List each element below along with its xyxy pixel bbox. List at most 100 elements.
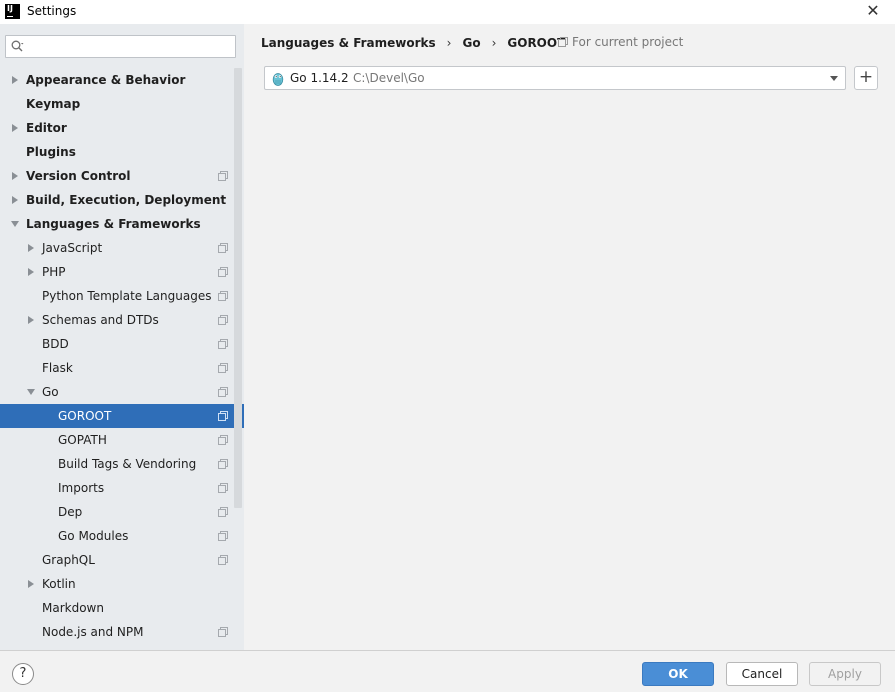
collapsed-arrow-icon[interactable] [10, 116, 20, 140]
tree-item[interactable]: Build, Execution, Deployment [0, 188, 244, 212]
breadcrumb: Languages & Frameworks › Go › GOROOT [261, 35, 565, 51]
close-icon[interactable]: ✕ [865, 3, 881, 19]
tree-item-label: Kotlin [42, 577, 76, 591]
tree-item[interactable]: BDD [0, 332, 244, 356]
collapsed-arrow-icon[interactable] [26, 308, 36, 332]
add-sdk-button[interactable]: + [854, 66, 878, 90]
tree-item[interactable]: Appearance & Behavior [0, 68, 244, 92]
ok-button[interactable]: OK [642, 662, 714, 686]
tree-item-label: BDD [42, 337, 69, 351]
project-scope-icon [218, 627, 228, 637]
sidebar-scrollbar[interactable] [234, 68, 242, 508]
collapsed-arrow-icon[interactable] [26, 236, 36, 260]
settings-sidebar: Appearance & Behavior Keymap Editor Plugins… [0, 24, 244, 650]
gopher-icon [272, 73, 284, 86]
tree-item-label: Dep [58, 505, 83, 519]
collapsed-arrow-icon[interactable] [10, 68, 20, 92]
settings-tree: Appearance & Behavior Keymap Editor Plugins… [0, 68, 244, 644]
tree-item-label: GraphQL [42, 553, 95, 567]
tree-item[interactable]: GOPATH [0, 428, 244, 452]
tree-item[interactable]: Node.js and NPM [0, 620, 244, 644]
tree-item-label: Go Modules [58, 529, 129, 543]
collapsed-arrow-icon[interactable] [10, 164, 20, 188]
tree-item[interactable]: Go [0, 380, 244, 404]
tree-item[interactable]: Build Tags & Vendoring [0, 452, 244, 476]
tree-item[interactable]: Keymap [0, 92, 244, 116]
tree-item[interactable]: Python Template Languages [0, 284, 244, 308]
tree-item-label: Go [42, 385, 59, 399]
tree-item-label: Appearance & Behavior [26, 73, 186, 87]
sdk-path: C:\Devel\Go [353, 71, 425, 85]
project-scope-icon [218, 267, 228, 277]
search-input[interactable] [30, 38, 230, 55]
tree-item[interactable]: Version Control [0, 164, 244, 188]
tree-item-label: GOPATH [58, 433, 107, 447]
tree-item[interactable]: GOROOT [0, 404, 244, 428]
expanded-arrow-icon[interactable] [26, 380, 36, 404]
search-icon [11, 40, 24, 52]
project-scope-icon [218, 339, 228, 349]
project-scope-icon [218, 315, 228, 325]
collapsed-arrow-icon[interactable] [26, 260, 36, 284]
cancel-button[interactable]: Cancel [726, 662, 798, 686]
tree-item-label: Editor [26, 121, 67, 135]
collapsed-arrow-icon[interactable] [10, 188, 20, 212]
breadcrumb-separator: › [491, 36, 497, 50]
tree-item-label: PHP [42, 265, 66, 279]
title-bar: IJ Settings ✕ [0, 0, 895, 24]
tree-item[interactable]: Go Modules [0, 524, 244, 548]
scope-label: For current project [572, 35, 684, 49]
chevron-down-icon[interactable] [830, 76, 838, 81]
project-scope-icon [218, 363, 228, 373]
tree-item[interactable]: Dep [0, 500, 244, 524]
expanded-arrow-icon[interactable] [10, 212, 20, 236]
tree-item[interactable]: Kotlin [0, 572, 244, 596]
scope-indicator: For current project [558, 35, 683, 49]
tree-item[interactable]: JavaScript [0, 236, 244, 260]
breadcrumb-item[interactable]: Go [462, 36, 480, 50]
breadcrumb-item[interactable]: Languages & Frameworks [261, 36, 436, 50]
tree-item-label: Build Tags & Vendoring [58, 457, 197, 471]
tree-item-label: Languages & Frameworks [26, 217, 201, 231]
breadcrumb-item: GOROOT [507, 36, 566, 50]
project-scope-icon [218, 291, 228, 301]
sdk-name: Go 1.14.2 [290, 71, 349, 85]
tree-item-label: JavaScript [42, 241, 103, 255]
tree-item[interactable]: GraphQL [0, 548, 244, 572]
tree-item[interactable]: Plugins [0, 140, 244, 164]
help-button[interactable]: ? [12, 663, 34, 685]
breadcrumb-separator: › [446, 36, 452, 50]
tree-item-label: Imports [58, 481, 105, 495]
window-title: Settings [27, 4, 77, 18]
tree-item[interactable]: Languages & Frameworks [0, 212, 244, 236]
settings-content: Languages & Frameworks › Go › GOROOT For… [244, 24, 895, 650]
tree-item[interactable]: Schemas and DTDs [0, 308, 244, 332]
project-scope-icon [218, 483, 228, 493]
tree-item-label: GOROOT [58, 409, 112, 423]
project-scope-icon [558, 37, 568, 47]
tree-item-label: Markdown [42, 601, 104, 615]
tree-item[interactable]: Flask [0, 356, 244, 380]
goroot-sdk-dropdown[interactable]: Go 1.14.2 C:\Devel\Go [264, 66, 846, 90]
project-scope-icon [218, 243, 228, 253]
tree-item-label: Flask [42, 361, 73, 375]
collapsed-arrow-icon[interactable] [26, 572, 36, 596]
apply-button[interactable]: Apply [809, 662, 881, 686]
tree-item-label: Keymap [26, 97, 81, 111]
tree-item-label: Node.js and NPM [42, 625, 144, 639]
tree-item[interactable]: PHP [0, 260, 244, 284]
tree-item-label: Build, Execution, Deployment [26, 193, 227, 207]
tree-item[interactable]: Markdown [0, 596, 244, 620]
project-scope-icon [218, 459, 228, 469]
project-scope-icon [218, 171, 228, 181]
project-scope-icon [218, 387, 228, 397]
search-box[interactable] [5, 35, 236, 58]
project-scope-icon [218, 435, 228, 445]
project-scope-icon [218, 411, 228, 421]
tree-item-label: Version Control [26, 169, 131, 183]
project-scope-icon [218, 555, 228, 565]
tree-item[interactable]: Imports [0, 476, 244, 500]
tree-item[interactable]: Editor [0, 116, 244, 140]
intellij-logo-icon: IJ [5, 4, 20, 19]
tree-item-label: Python Template Languages [42, 289, 212, 303]
